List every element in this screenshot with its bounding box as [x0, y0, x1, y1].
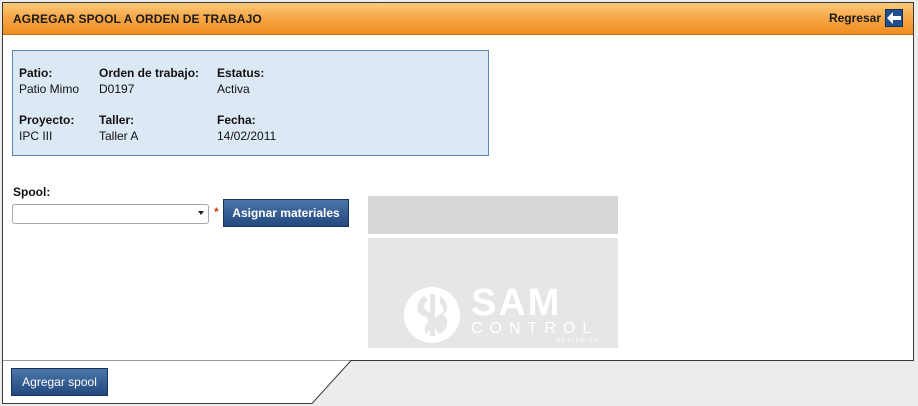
required-indicator: *: [214, 205, 219, 219]
field-taller: Taller: Taller A: [99, 113, 138, 143]
patio-label: Patio:: [19, 66, 53, 80]
field-proyecto: Proyecto: IPC III: [19, 113, 74, 143]
orden-label: Orden de trabajo:: [99, 66, 200, 80]
taller-value: Taller A: [99, 129, 139, 143]
sam-control-logo: SAM CONTROL BY STEELGO: [403, 282, 599, 344]
field-orden: Orden de trabajo: D0197: [99, 66, 199, 96]
spool-select[interactable]: [12, 204, 209, 224]
estatus-label: Estatus:: [217, 66, 265, 80]
proyecto-value: IPC III: [19, 129, 53, 143]
field-fecha: Fecha: 14/02/2011: [217, 113, 276, 143]
title-bar: AGREGAR SPOOL A ORDEN DE TRABAJO Regresa…: [3, 3, 913, 35]
image-header-bar: [368, 196, 618, 234]
sam-logo-icon: [404, 287, 460, 343]
logo-by-text: BY STEELGO: [556, 338, 599, 344]
arrow-left-icon[interactable]: [885, 9, 903, 27]
estatus-value: Activa: [217, 82, 250, 96]
back-button[interactable]: Regresar: [829, 9, 903, 27]
add-spool-button[interactable]: Agregar spool: [11, 368, 108, 396]
field-estatus: Estatus: Activa: [217, 66, 264, 96]
assign-materials-button[interactable]: Asignar materiales: [223, 199, 349, 227]
proyecto-label: Proyecto:: [19, 113, 75, 127]
spool-image-placeholder: SAM CONTROL BY STEELGO: [368, 196, 618, 348]
page-title: AGREGAR SPOOL A ORDEN DE TRABAJO: [13, 12, 262, 26]
main-panel: AGREGAR SPOOL A ORDEN DE TRABAJO Regresa…: [2, 2, 914, 361]
logo-sam-text: SAM: [471, 282, 562, 324]
fecha-label: Fecha:: [217, 113, 256, 127]
logo-control-text: CONTROL: [471, 320, 599, 337]
field-patio: Patio: Patio Mimo: [19, 66, 79, 96]
patio-value: Patio Mimo: [19, 82, 80, 96]
back-label[interactable]: Regresar: [829, 11, 881, 25]
chevron-down-icon[interactable]: [198, 211, 204, 215]
spool-label: Spool:: [13, 185, 51, 199]
logo-text-block: SAM CONTROL BY STEELGO: [471, 282, 599, 344]
taller-label: Taller:: [99, 113, 135, 127]
image-area: SAM CONTROL BY STEELGO: [368, 238, 618, 348]
orden-value: D0197: [99, 82, 135, 96]
work-order-info: Patio: Patio Mimo Orden de trabajo: D019…: [12, 50, 489, 156]
fecha-value: 14/02/2011: [217, 129, 277, 143]
